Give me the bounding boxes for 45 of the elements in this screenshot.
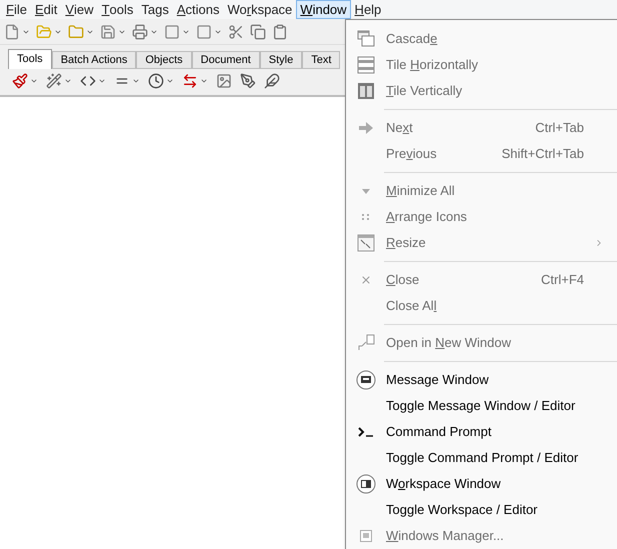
- tab[interactable]: Objects: [136, 51, 192, 69]
- wand-icon[interactable]: [46, 73, 62, 89]
- brush-icon[interactable]: [12, 73, 28, 89]
- dots-icon: [362, 214, 370, 220]
- close-icon: [360, 274, 372, 286]
- menu-bar-item[interactable]: Tags: [137, 0, 173, 19]
- feather-icon[interactable]: [264, 73, 280, 89]
- tile-horizontal-icon: [357, 56, 375, 74]
- menu-bar-item[interactable]: Window: [296, 0, 351, 19]
- tab[interactable]: Document: [192, 51, 260, 69]
- pen-icon[interactable]: [240, 73, 256, 89]
- menu-bar-item[interactable]: Actions: [172, 0, 224, 19]
- cascade-icon: [357, 30, 375, 48]
- copy-icon[interactable]: [250, 24, 266, 40]
- scissors-icon[interactable]: [228, 24, 244, 40]
- menu-item[interactable]: Message Window: [346, 367, 617, 393]
- image-icon[interactable]: [216, 73, 232, 89]
- menu-bar-item[interactable]: Workspace: [223, 0, 296, 19]
- tab[interactable]: Tools: [8, 49, 52, 69]
- menu-bar-item[interactable]: Tools: [98, 0, 138, 19]
- prompt-icon: [358, 427, 374, 437]
- tab[interactable]: Batch Actions: [52, 51, 136, 69]
- arrow-icon: [359, 122, 373, 134]
- menu-item[interactable]: Toggle Workspace / Editor: [346, 497, 617, 523]
- new-window-icon: [357, 334, 375, 352]
- resize-icon: [357, 234, 375, 252]
- menu-item[interactable]: Toggle Command Prompt / Editor: [346, 445, 617, 471]
- message-icon: [356, 370, 376, 390]
- menu-bar-item[interactable]: File: [2, 0, 31, 19]
- printer-icon[interactable]: [132, 24, 148, 40]
- menu-item[interactable]: Toggle Message Window / Editor: [346, 393, 617, 419]
- menu-bar-item[interactable]: Edit: [30, 0, 62, 19]
- workspace-icon: [356, 474, 376, 494]
- menu-bar-item[interactable]: Help: [350, 0, 386, 19]
- menu-item[interactable]: Command Prompt: [346, 419, 617, 445]
- menu-bar-item[interactable]: View: [61, 0, 98, 19]
- windows-manager-icon: [360, 530, 372, 542]
- clipboard-icon[interactable]: [272, 24, 288, 40]
- arrows-icon[interactable]: [182, 73, 198, 89]
- tab[interactable]: Text: [302, 51, 340, 69]
- menu-item[interactable]: Workspace Window: [346, 471, 617, 497]
- tab[interactable]: Style: [260, 51, 302, 69]
- clock-icon[interactable]: [148, 73, 164, 89]
- tile-vertical-icon: [357, 82, 375, 100]
- caret-icon: [362, 188, 370, 194]
